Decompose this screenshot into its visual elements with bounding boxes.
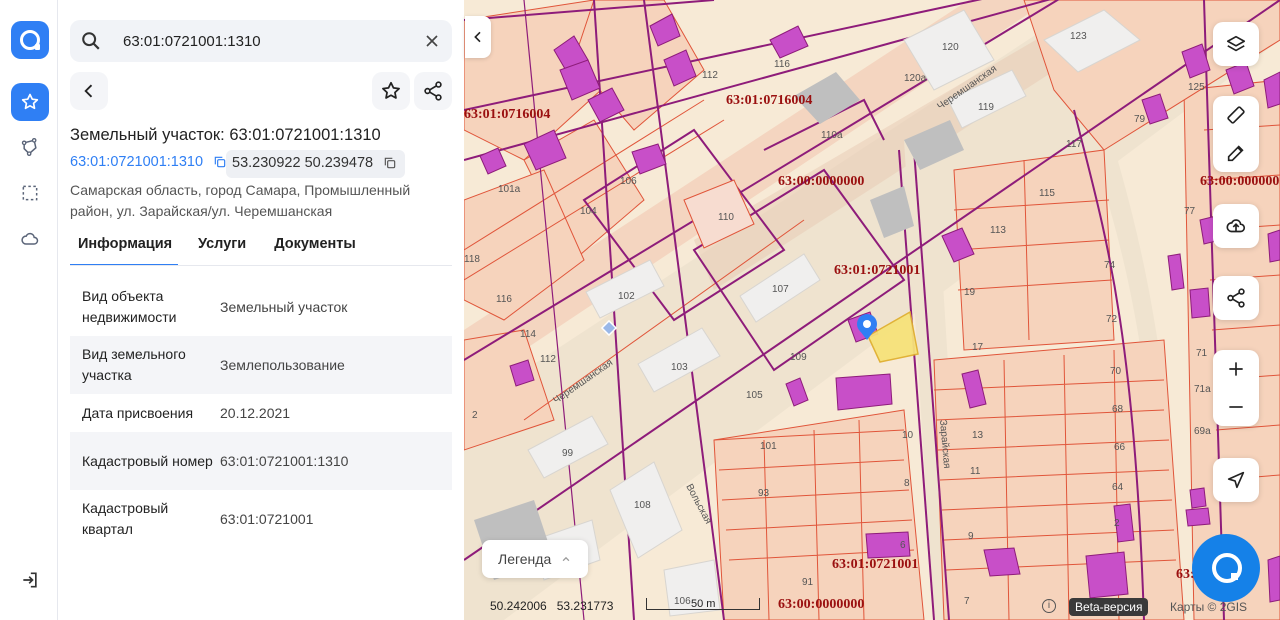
legend-button[interactable]: Легенда	[482, 540, 588, 578]
share-icon	[424, 81, 442, 101]
chevron-up-icon	[562, 556, 570, 562]
edit-icon	[1227, 145, 1244, 162]
row-value: 63:01:0721001:1310	[220, 453, 349, 469]
favorite-button[interactable]	[372, 72, 410, 110]
my-location-button[interactable]	[1213, 458, 1259, 502]
copy-icon[interactable]	[383, 156, 397, 170]
page-title: Земельный участок: 63:01:0721001:1310	[70, 126, 381, 144]
chevron-left-icon	[84, 84, 93, 98]
legend-label[interactable]: Легенда	[498, 551, 551, 567]
map-attribution[interactable]: Карты © 2GIS	[1170, 600, 1247, 614]
left-rail	[0, 0, 58, 620]
cloud-upload-icon	[1226, 219, 1246, 233]
tab-bar: Информация Услуги Документы	[70, 236, 376, 266]
upload-button[interactable]	[1213, 204, 1259, 248]
row-key: Вид объекта недвижимости	[82, 288, 177, 325]
search-bar[interactable]: 63:01:0721001:1310	[70, 20, 452, 62]
table-row: Вид объекта недвижимости Земельный участ…	[70, 278, 452, 336]
share-button[interactable]	[414, 72, 452, 110]
zoom-controls	[1213, 350, 1259, 426]
search-input[interactable]: 63:01:0721001:1310	[123, 33, 261, 50]
scale-bar: 50 m	[646, 598, 760, 610]
login-icon[interactable]	[11, 561, 49, 599]
row-value: Землепользование	[220, 357, 345, 373]
star-icon	[382, 81, 400, 99]
map-base[interactable]	[464, 0, 1280, 620]
scale-label: 50 m	[691, 598, 716, 610]
row-key: Кадастровый номер	[82, 452, 213, 469]
minus-icon	[1229, 406, 1243, 408]
beta-badge: Beta-версия	[1069, 598, 1149, 616]
layers-button[interactable]	[1213, 22, 1259, 66]
chevron-left-icon	[474, 31, 481, 43]
info-icon[interactable]: i	[1042, 599, 1056, 613]
share-icon	[1227, 288, 1245, 308]
app-logo-icon[interactable]	[11, 21, 49, 59]
table-row: Кадастровый номер 63:01:0721001:1310	[70, 432, 452, 490]
collapse-panel-button[interactable]	[465, 16, 491, 58]
table-row: Дата присвоения 20.12.2021	[70, 394, 452, 432]
row-value: 63:01:0721001	[220, 511, 314, 527]
tab-documents[interactable]: Документы	[266, 236, 364, 266]
map-canvas[interactable]: 63:01:0716004 63:01:0716004 63:00:000000…	[464, 0, 1280, 620]
tab-information[interactable]: Информация	[70, 236, 178, 266]
close-icon[interactable]	[422, 31, 442, 51]
tab-services[interactable]: Услуги	[190, 236, 254, 266]
ruler-icon	[1227, 106, 1245, 124]
zoom-out-button[interactable]	[1213, 388, 1259, 426]
cadastral-number-text[interactable]: 63:01:0721001:1310	[70, 154, 203, 170]
table-row: Кадастровый квартал 63:01:0721001	[70, 490, 452, 548]
row-key: Кадастровый квартал	[82, 500, 169, 537]
layers-icon	[1226, 35, 1246, 52]
info-table: Вид объекта недвижимости Земельный участ…	[70, 278, 452, 548]
row-key: Вид земельного участка	[82, 346, 186, 383]
address-text: Самарская область, город Самара, Промышл…	[70, 182, 411, 219]
back-button[interactable]	[70, 72, 108, 110]
coordinates-text: 53.230922 50.239478	[232, 155, 374, 171]
chat-assistant-button[interactable]	[1192, 534, 1260, 602]
cursor-coordinates: 50.242006 53.231773	[490, 599, 614, 613]
row-value: Земельный участок	[220, 299, 348, 315]
table-row: Вид земельного участка Землепользование	[70, 336, 452, 394]
tabs-divider	[70, 265, 452, 266]
info-panel: 63:01:0721001:1310 Земельный участок: 63…	[58, 0, 464, 620]
cloud-icon[interactable]	[11, 220, 49, 258]
search-icon	[82, 32, 100, 50]
coordinates-chip[interactable]: 53.230922 50.239478	[226, 150, 406, 178]
draw-tools	[1213, 96, 1259, 172]
navigation-arrow-icon	[1227, 471, 1245, 489]
plus-icon	[1229, 362, 1243, 376]
map-share-button[interactable]	[1213, 276, 1259, 320]
ruler-button[interactable]	[1213, 96, 1259, 134]
favorites-star-icon[interactable]	[11, 83, 49, 121]
copy-icon[interactable]	[213, 155, 227, 169]
edit-button[interactable]	[1213, 134, 1259, 172]
polygon-tool-icon[interactable]	[11, 128, 49, 166]
zoom-in-button[interactable]	[1213, 350, 1259, 388]
row-value: 20.12.2021	[220, 405, 291, 421]
select-area-icon[interactable]	[11, 174, 49, 212]
cadastral-number-link[interactable]: 63:01:0721001:1310	[70, 154, 227, 170]
row-key: Дата присвоения	[82, 404, 194, 421]
